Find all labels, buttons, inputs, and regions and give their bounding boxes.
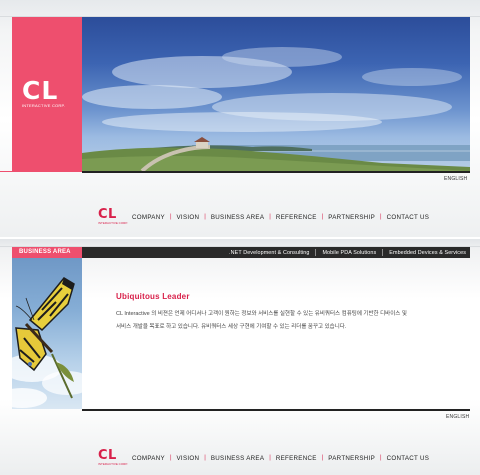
nav-logo-subtitle: INTERACTIVE CORP. [98, 461, 128, 466]
nav-separator: | [321, 214, 324, 220]
nav-separator: | [204, 455, 206, 461]
nav-separator: | [380, 455, 382, 461]
content-bottom-rule [82, 409, 470, 411]
nav-business-area[interactable]: BUSINESS AREA [211, 214, 264, 221]
content-line: CL Interactive 의 비젼은 언제 어디서나 고객이 원하는 정보와… [116, 311, 407, 317]
nav-logo-subtitle: INTERACTIVE CORP. [98, 220, 128, 225]
content-line: 서비스 개발을 목표로 하고 있습니다. 유비쿼터스 세상 구현에 기여할 수 … [116, 324, 347, 330]
hero-landscape-image [82, 17, 470, 171]
main-nav: CL INTERACTIVE CORP. COMPANY | VISION | … [98, 206, 430, 225]
subnav-embedded-devices[interactable]: Embedded Devices & Services [389, 250, 466, 256]
nav-partnership[interactable]: PARTNERSHIP [328, 455, 375, 462]
nav-logo-mark: CL [98, 206, 117, 222]
nav-separator: | [204, 214, 206, 220]
language-link[interactable]: ENGLISH [444, 176, 467, 182]
nav-company[interactable]: COMPANY [132, 214, 165, 221]
nav-separator: | [169, 214, 172, 220]
nav-vision[interactable]: VISION [177, 455, 200, 462]
content-body: CL Interactive 의 비젼은 언제 어디서나 고객이 원하는 정보와… [116, 308, 460, 334]
nav-reference[interactable]: REFERENCE [276, 214, 317, 221]
section-tab-business-area: BUSINESS AREA [12, 247, 82, 258]
subnav-separator [382, 249, 384, 256]
nav-logo[interactable]: CL INTERACTIVE CORP. [98, 447, 128, 466]
nav-vision[interactable]: VISION [177, 214, 200, 221]
content-title: Ubiquitous Leader [116, 292, 190, 301]
nav-contact-us[interactable]: CONTACT US [387, 214, 430, 221]
nav-partnership[interactable]: PARTNERSHIP [328, 214, 375, 221]
main-nav: CL INTERACTIVE CORP. COMPANY | VISION | … [98, 447, 430, 466]
butterfly-image [12, 258, 82, 409]
nav-contact-us[interactable]: CONTACT US [387, 455, 430, 462]
subnav-mobile-pda[interactable]: Mobile PDA Solutions [322, 250, 376, 256]
nav-reference[interactable]: REFERENCE [276, 455, 317, 462]
nav-separator: | [380, 214, 382, 220]
sub-navigation: .NET Development & Consulting Mobile PDA… [82, 247, 470, 258]
nav-separator: | [269, 214, 271, 220]
nav-separator: | [269, 455, 271, 461]
brand-logo[interactable]: CL INTERACTIVE CORP. [22, 76, 68, 108]
nav-company[interactable]: COMPANY [132, 455, 165, 462]
hero-bottom-rule [82, 171, 470, 173]
nav-logo-mark: CL [98, 447, 117, 463]
nav-logo[interactable]: CL INTERACTIVE CORP. [98, 206, 128, 225]
language-link[interactable]: ENGLISH [446, 414, 469, 420]
subnav-separator [315, 249, 317, 256]
logo-subtitle: INTERACTIVE CORP. [22, 103, 66, 108]
subnav-net-development[interactable]: .NET Development & Consulting [229, 250, 309, 256]
nav-business-area[interactable]: BUSINESS AREA [211, 455, 264, 462]
nav-separator: | [321, 455, 324, 461]
accent-rule [0, 171, 82, 172]
nav-separator: | [169, 455, 172, 461]
logo-mark: CL [22, 76, 59, 105]
